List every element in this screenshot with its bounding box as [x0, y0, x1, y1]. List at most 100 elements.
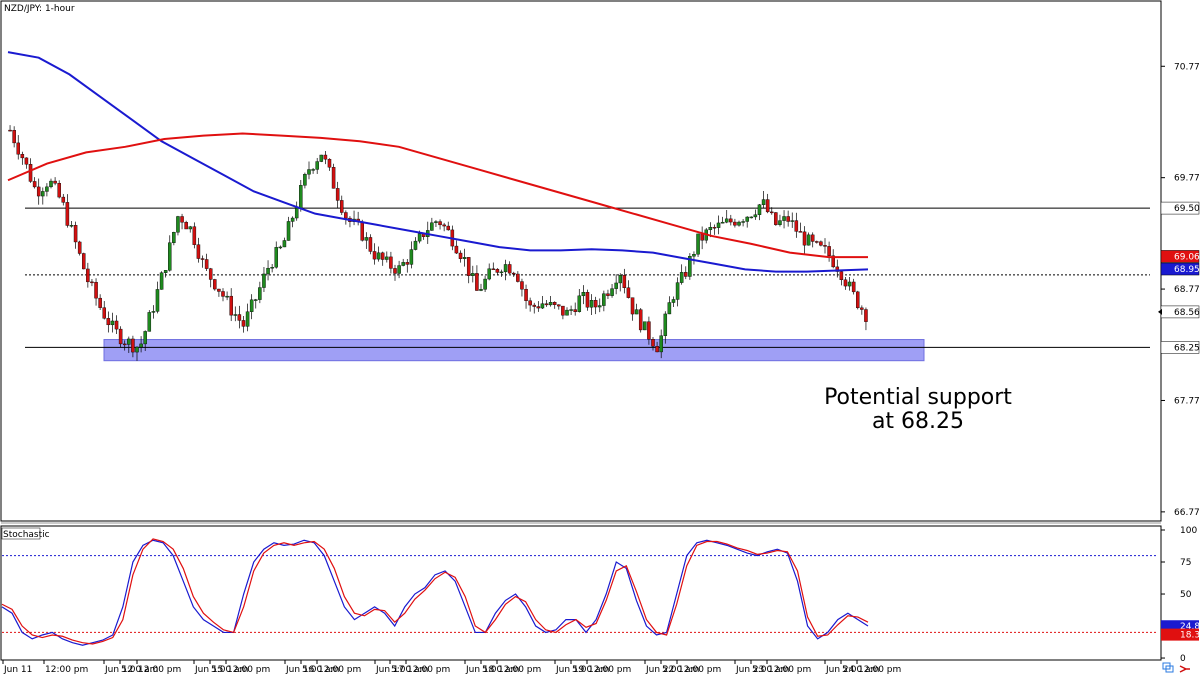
candle-body	[724, 218, 729, 223]
candle-body	[36, 186, 41, 197]
candle-body	[827, 246, 831, 256]
x-tick-label: 12:00 pm	[138, 665, 181, 675]
candle-body	[483, 278, 487, 290]
ma-blue-line	[7, 51, 869, 273]
candle-body	[675, 282, 680, 300]
candle-body	[344, 212, 348, 219]
candle-body	[204, 259, 209, 269]
candle-body	[258, 287, 262, 300]
stoch-tag-label: 18.30	[1180, 631, 1200, 641]
candle-body	[368, 237, 373, 252]
candle-body	[565, 309, 569, 316]
candle-body	[581, 292, 586, 297]
stoch-y-tick-label: 50	[1180, 590, 1192, 600]
candle-body	[254, 299, 258, 301]
candle-body	[393, 268, 397, 274]
candle-body	[229, 295, 233, 316]
candle-body	[471, 273, 475, 276]
price-tag-label: 68.568	[1174, 308, 1200, 318]
candle-body	[532, 304, 536, 307]
candle-body	[155, 289, 160, 312]
candle-body	[249, 299, 254, 312]
candle-body	[241, 320, 246, 327]
x-tick-label: 12:00 pm	[45, 665, 88, 675]
candle-body	[860, 307, 864, 310]
support-annotation: Potential support at 68.25	[790, 386, 1046, 434]
candle-body	[299, 185, 303, 209]
candle-body	[380, 252, 385, 260]
candle-body	[765, 199, 770, 213]
candle-body	[303, 174, 307, 186]
candle-body	[331, 167, 336, 189]
candle-body	[401, 262, 405, 266]
candle-body	[208, 268, 213, 280]
candle-body	[61, 196, 66, 203]
candle-body	[806, 234, 811, 246]
candle-body	[327, 158, 332, 168]
candle-body	[184, 222, 188, 230]
candle-body	[491, 268, 496, 271]
candle-body	[552, 302, 557, 305]
candle-body	[139, 343, 143, 348]
candle-body	[69, 225, 74, 227]
candle-body	[274, 247, 278, 268]
candle-body	[245, 311, 250, 327]
candle-body	[147, 312, 152, 332]
candle-body	[610, 288, 614, 296]
candle-body	[413, 240, 418, 250]
candle-body	[213, 279, 217, 290]
candle-body	[540, 303, 545, 309]
candle-body	[684, 272, 688, 277]
candle-body	[708, 226, 713, 231]
candle-body	[192, 226, 197, 245]
candle-body	[28, 164, 33, 182]
candle-body	[335, 188, 340, 201]
candle-body	[741, 221, 745, 223]
arrow-right-icon[interactable]	[1179, 665, 1190, 673]
candle-body	[757, 204, 762, 215]
candle-body	[106, 318, 111, 326]
candle-body	[569, 309, 573, 311]
candle-body	[389, 256, 393, 269]
price-tag-label: 68.953	[1174, 265, 1200, 275]
candle-body	[655, 346, 659, 353]
candle-body	[159, 272, 164, 290]
candle-body	[626, 287, 631, 298]
candle-body	[692, 254, 696, 257]
candle-body	[73, 225, 78, 243]
candle-body	[77, 241, 82, 254]
candle-body	[729, 218, 733, 223]
candle-body	[24, 157, 29, 165]
candle-body	[12, 130, 16, 144]
x-tick-label: 12:00 pm	[678, 665, 721, 675]
candle-body	[544, 303, 549, 306]
candle-body	[798, 231, 803, 233]
candle-body	[405, 262, 410, 265]
candle-body	[528, 300, 532, 306]
candle-body	[614, 282, 618, 289]
stoch-y-tick-label: 75	[1180, 558, 1191, 568]
stoch-title: Stochastic	[3, 530, 50, 540]
candle-body	[270, 267, 274, 269]
candle-body	[311, 169, 315, 171]
candle-body	[524, 288, 528, 301]
candle-body	[53, 180, 57, 184]
candle-body	[593, 300, 598, 308]
candle-body	[856, 291, 860, 309]
candle-body	[507, 264, 512, 274]
candle-body	[168, 242, 172, 271]
candle-body	[557, 304, 561, 307]
candle-body	[761, 199, 766, 205]
candle-body	[233, 314, 238, 316]
candle-body	[503, 264, 508, 273]
candle-body	[786, 216, 790, 222]
candle-body	[122, 343, 127, 346]
candle-body	[315, 161, 319, 170]
candle-body	[278, 246, 283, 249]
duplicate-icon[interactable]	[1162, 662, 1174, 673]
candle-body	[385, 256, 389, 260]
candle-body	[294, 207, 299, 219]
candle-body	[442, 224, 446, 227]
candle-body	[417, 233, 422, 242]
candle-body	[376, 252, 381, 260]
